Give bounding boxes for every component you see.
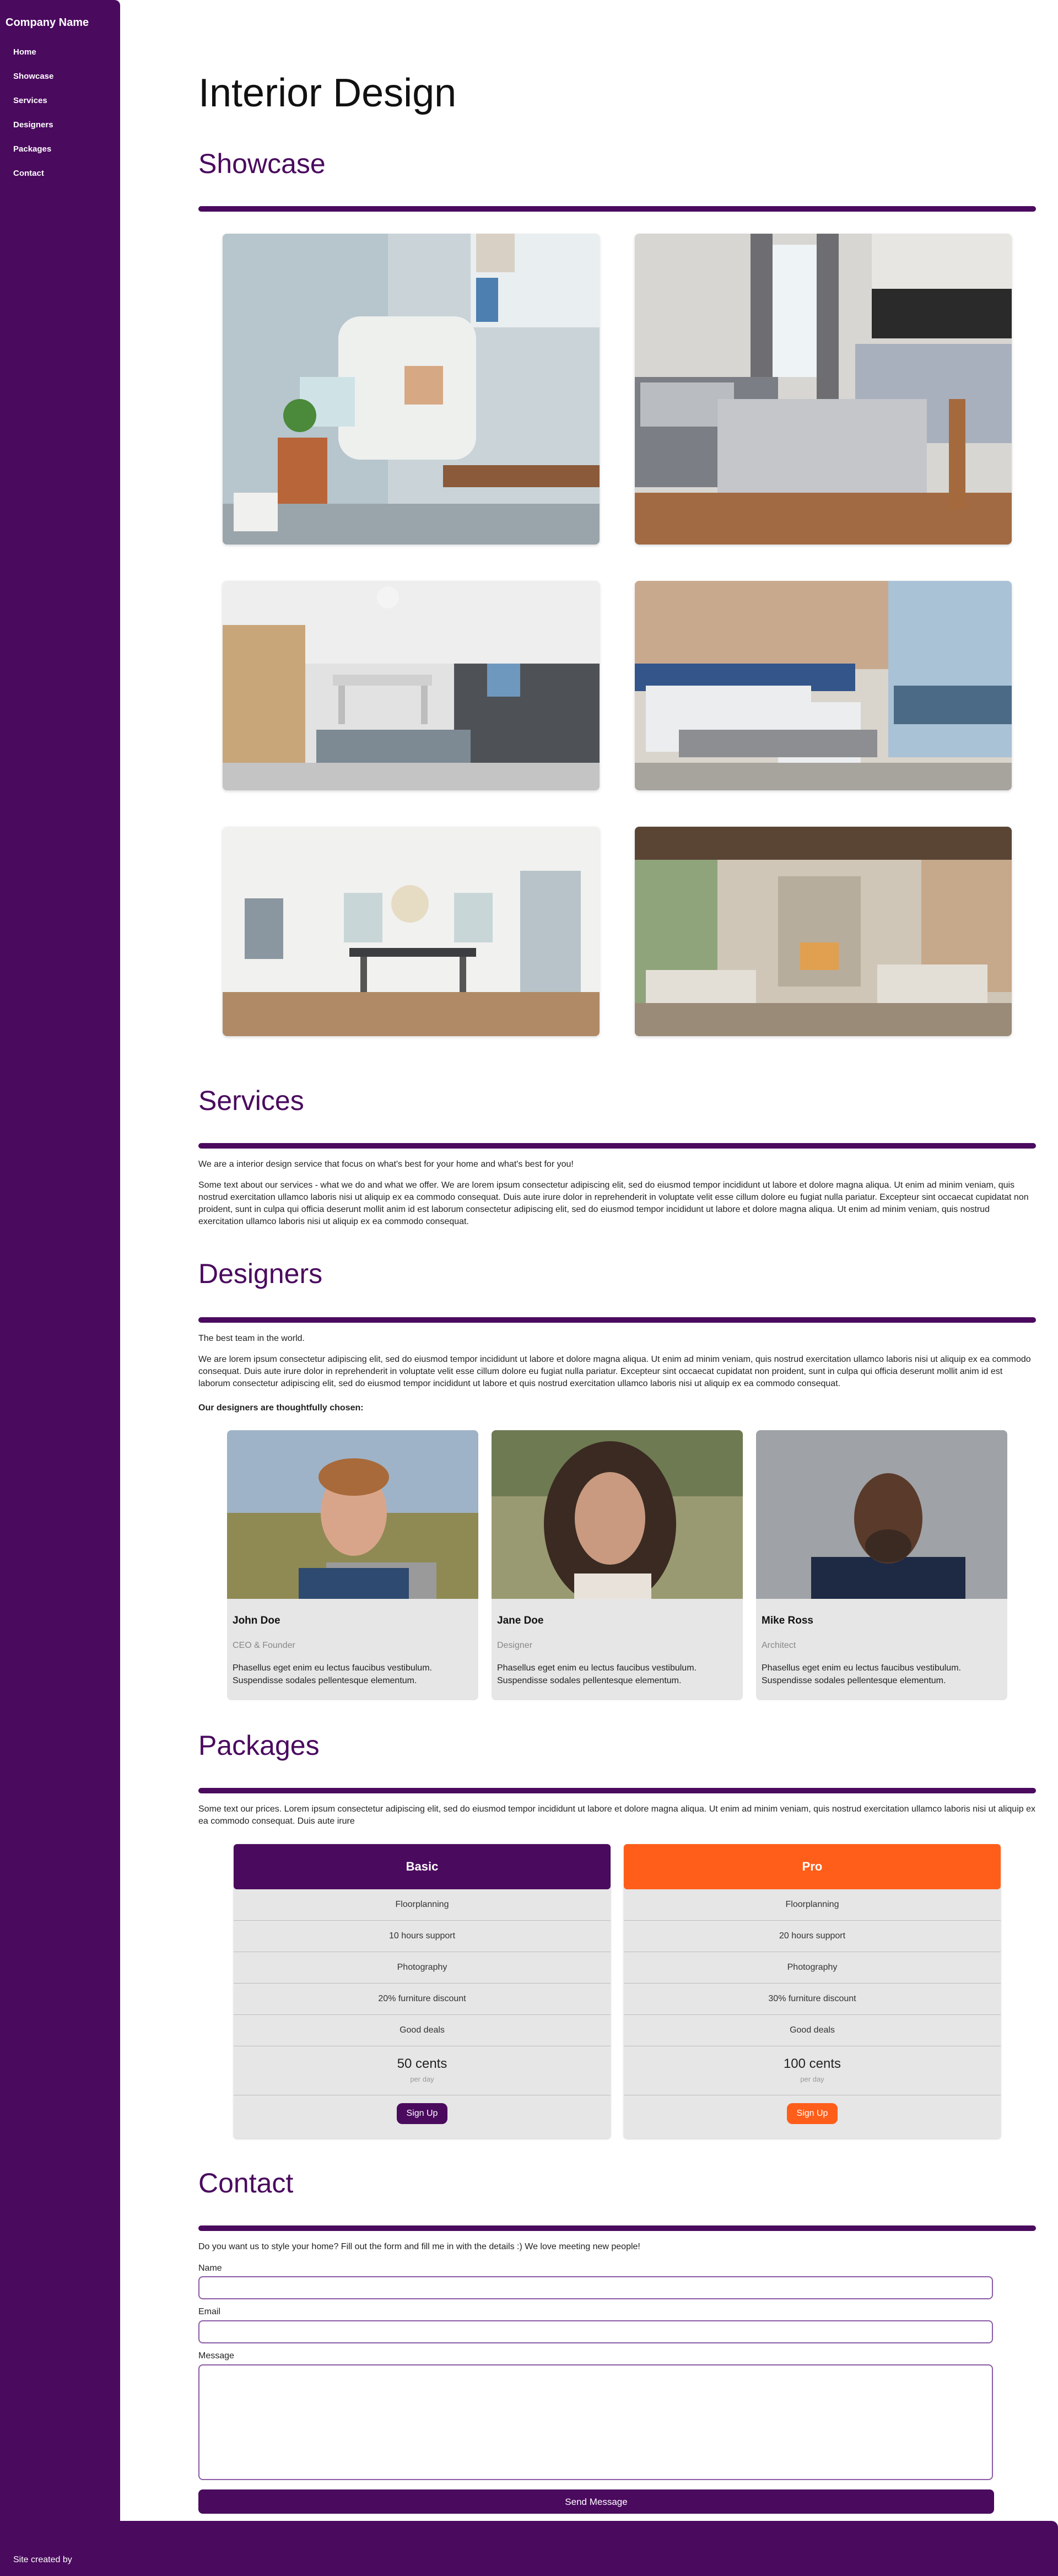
showcase-divider bbox=[198, 206, 1036, 212]
nav-home[interactable]: Home bbox=[13, 46, 53, 71]
message-label: Message bbox=[198, 2351, 234, 2361]
email-label: Email bbox=[198, 2307, 221, 2316]
package-name: Pro bbox=[624, 1844, 1001, 1889]
package-feature: Photography bbox=[234, 1952, 611, 1984]
page-title: Interior Design bbox=[198, 71, 457, 115]
designer-desc: Phasellus eget enim eu lectus faucibus v… bbox=[497, 1663, 697, 1685]
designer-name: Jane Doe bbox=[497, 1615, 544, 1626]
package-feature: Good deals bbox=[234, 2015, 611, 2046]
sidebar-nav: Home Showcase Services Designers Package… bbox=[13, 46, 53, 192]
designers-chosen: Our designers are thoughtfully chosen: bbox=[198, 1403, 364, 1413]
packages-title: Packages bbox=[198, 1730, 320, 1761]
designer-name: John Doe bbox=[233, 1615, 280, 1626]
designer-photo bbox=[492, 1430, 743, 1599]
showcase-photo-dining-living[interactable] bbox=[223, 581, 600, 790]
package-feature: 20% furniture discount bbox=[234, 1984, 611, 2015]
nav-showcase[interactable]: Showcase bbox=[13, 71, 53, 95]
nav-services[interactable]: Services bbox=[13, 95, 53, 119]
package-feature: Floorplanning bbox=[234, 1889, 611, 1921]
package-feature: 20 hours support bbox=[624, 1921, 1001, 1952]
brand-name: Company Name bbox=[6, 17, 89, 29]
package-period: per day bbox=[410, 2075, 434, 2083]
services-title: Services bbox=[198, 1085, 304, 1116]
package-feature: 10 hours support bbox=[234, 1921, 611, 1952]
contact-title: Contact bbox=[198, 2168, 294, 2198]
package-feature: 30% furniture discount bbox=[624, 1984, 1001, 2015]
designers-divider bbox=[198, 1317, 1036, 1323]
designer-role: Designer bbox=[497, 1641, 533, 1650]
services-intro: We are a interior design service that fo… bbox=[198, 1160, 574, 1169]
designer-role: CEO & Founder bbox=[233, 1641, 295, 1650]
showcase-photo-dining-room[interactable] bbox=[223, 827, 600, 1036]
package-feature: Floorplanning bbox=[624, 1889, 1001, 1921]
message-textarea[interactable] bbox=[198, 2364, 993, 2480]
contact-divider bbox=[198, 2225, 1036, 2231]
package-feature: Photography bbox=[624, 1952, 1001, 1984]
showcase-photo-living-room[interactable] bbox=[223, 234, 600, 545]
nav-designers[interactable]: Designers bbox=[13, 119, 53, 143]
package-price-box: 50 cents per day bbox=[234, 2046, 611, 2095]
designers-title: Designers bbox=[198, 1258, 323, 1289]
package-price-box: 100 cents per day bbox=[624, 2046, 1001, 2095]
designer-photo bbox=[756, 1430, 1007, 1599]
name-input[interactable] bbox=[198, 2276, 993, 2299]
designer-card-mike: Mike Ross Architect Phasellus eget enim … bbox=[756, 1430, 1007, 1700]
designer-card-john: John Doe CEO & Founder Phasellus eget en… bbox=[227, 1430, 478, 1700]
name-label: Name bbox=[198, 2264, 222, 2273]
footer-credit: Site created by bbox=[13, 2555, 72, 2564]
send-message-button[interactable]: Send Message bbox=[198, 2489, 994, 2514]
packages-divider bbox=[198, 1788, 1036, 1793]
showcase-photo-great-room[interactable] bbox=[635, 827, 1012, 1036]
package-feature: Good deals bbox=[624, 2015, 1001, 2046]
designer-desc: Phasellus eget enim eu lectus faucibus v… bbox=[762, 1663, 961, 1685]
email-input[interactable] bbox=[198, 2320, 993, 2343]
designer-photo bbox=[227, 1430, 478, 1599]
services-divider bbox=[198, 1143, 1036, 1149]
showcase-photo-bedroom[interactable] bbox=[635, 234, 1012, 545]
designer-card-jane: Jane Doe Designer Phasellus eget enim eu… bbox=[492, 1430, 743, 1700]
package-period: per day bbox=[800, 2075, 824, 2083]
basic-signup-button[interactable]: Sign Up bbox=[396, 2103, 448, 2124]
packages-intro: Some text our prices. Lorem ipsum consec… bbox=[198, 1804, 1035, 1826]
package-card-basic: Basic Floorplanning 10 hours support Pho… bbox=[234, 1844, 611, 2138]
nav-packages[interactable]: Packages bbox=[13, 143, 53, 168]
package-price: 50 cents bbox=[397, 2056, 447, 2071]
designer-name: Mike Ross bbox=[762, 1615, 813, 1626]
designer-role: Architect bbox=[762, 1641, 796, 1650]
package-card-pro: Pro Floorplanning 20 hours support Photo… bbox=[624, 1844, 1001, 2138]
showcase-title: Showcase bbox=[198, 148, 326, 179]
designer-desc: Phasellus eget enim eu lectus faucibus v… bbox=[233, 1663, 432, 1685]
designers-intro: The best team in the world. bbox=[198, 1334, 305, 1343]
showcase-photo-hotel-room[interactable] bbox=[635, 581, 1012, 790]
nav-contact[interactable]: Contact bbox=[13, 168, 53, 192]
package-name: Basic bbox=[234, 1844, 611, 1889]
footer: Site created by bbox=[0, 2521, 1058, 2576]
sidebar: Company Name Home Showcase Services Desi… bbox=[0, 0, 120, 2521]
designers-body: We are lorem ipsum consectetur adipiscin… bbox=[198, 1355, 1031, 1388]
services-body: Some text about our services - what we d… bbox=[198, 1181, 1029, 1226]
package-price: 100 cents bbox=[783, 2056, 841, 2071]
pro-signup-button[interactable]: Sign Up bbox=[786, 2103, 838, 2124]
contact-intro: Do you want us to style your home? Fill … bbox=[198, 2242, 640, 2251]
